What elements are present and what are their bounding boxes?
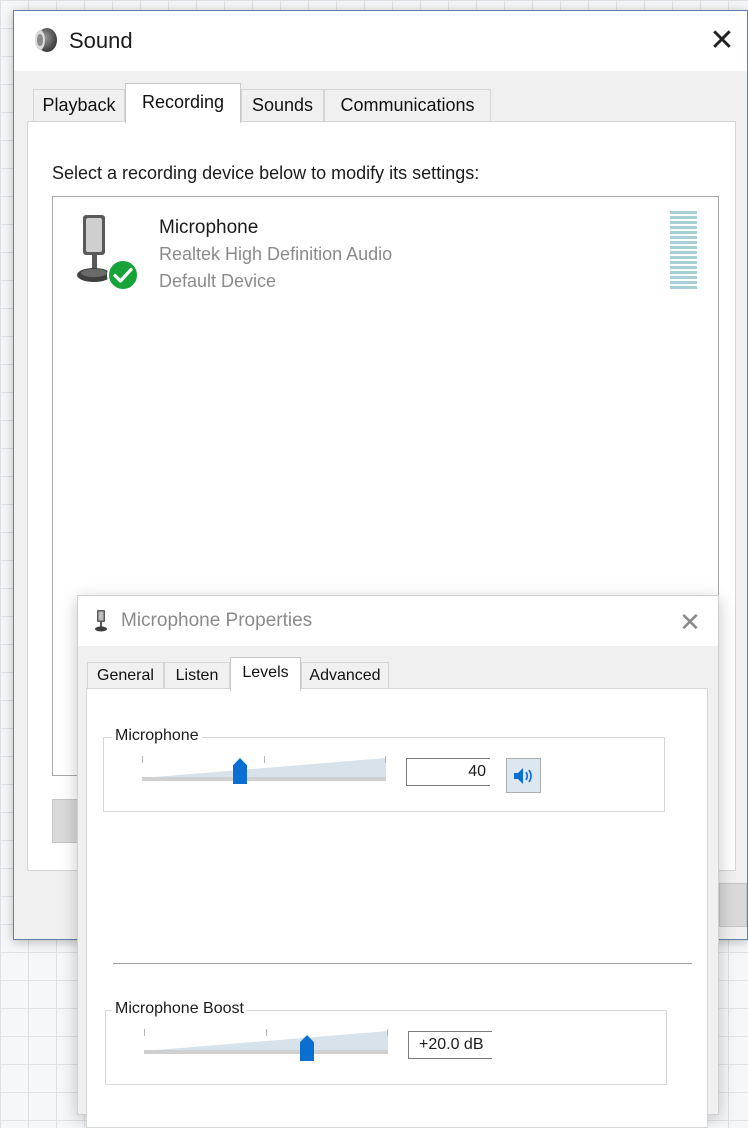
microphone-level-label: Microphone [112, 727, 202, 745]
device-status: Default Device [159, 271, 277, 291]
level-meter [670, 211, 697, 291]
microphone-boost-value[interactable]: +20.0 dB [408, 1031, 492, 1059]
properties-titlebar[interactable]: Microphone Properties ✕ [78, 596, 718, 646]
divider [113, 963, 692, 964]
levels-panel: Microphone 40 Microphone Boost +20.0 dB [86, 688, 708, 1128]
close-button[interactable]: ✕ [702, 21, 742, 61]
microphone-boost-slider[interactable] [144, 1029, 388, 1061]
tab-recording[interactable]: Recording [125, 83, 241, 123]
check-icon [107, 259, 139, 296]
configure-button[interactable] [52, 799, 80, 843]
window-title: Sound [69, 28, 133, 53]
tab-communications[interactable]: Communications [324, 89, 491, 122]
device-name: Microphone [159, 217, 259, 238]
apply-button[interactable] [719, 883, 747, 927]
speaker-icon [32, 26, 58, 59]
tab-sounds[interactable]: Sounds [241, 89, 324, 122]
tab-playback[interactable]: Playback [33, 89, 125, 122]
device-driver: Realtek High Definition Audio [159, 244, 393, 264]
tab-listen[interactable]: Listen [164, 662, 230, 690]
microphone-icon [94, 610, 108, 637]
microphone-level-slider[interactable] [142, 756, 386, 784]
microphone-boost-group: Microphone Boost +20.0 dB [105, 1000, 667, 1085]
instruction-text: Select a recording device below to modif… [52, 163, 480, 183]
properties-title: Microphone Properties [121, 610, 313, 631]
microphone-level-group: Microphone 40 [103, 727, 665, 812]
microphone-level-value[interactable]: 40 [406, 758, 490, 786]
speaker-icon [513, 767, 535, 790]
tab-advanced[interactable]: Advanced [301, 662, 389, 690]
list-item-microphone[interactable]: Microphone Realtek High Definition Audio… [53, 197, 718, 307]
tab-general[interactable]: General [87, 662, 164, 690]
tab-levels[interactable]: Levels [230, 657, 301, 691]
mute-button[interactable] [506, 758, 541, 793]
sound-titlebar[interactable]: Sound ✕ [14, 11, 747, 71]
microphone-boost-label: Microphone Boost [112, 1000, 247, 1018]
microphone-properties-dialog: Microphone Properties ✕ General Listen L… [77, 595, 719, 1128]
close-button[interactable]: ✕ [672, 604, 708, 640]
